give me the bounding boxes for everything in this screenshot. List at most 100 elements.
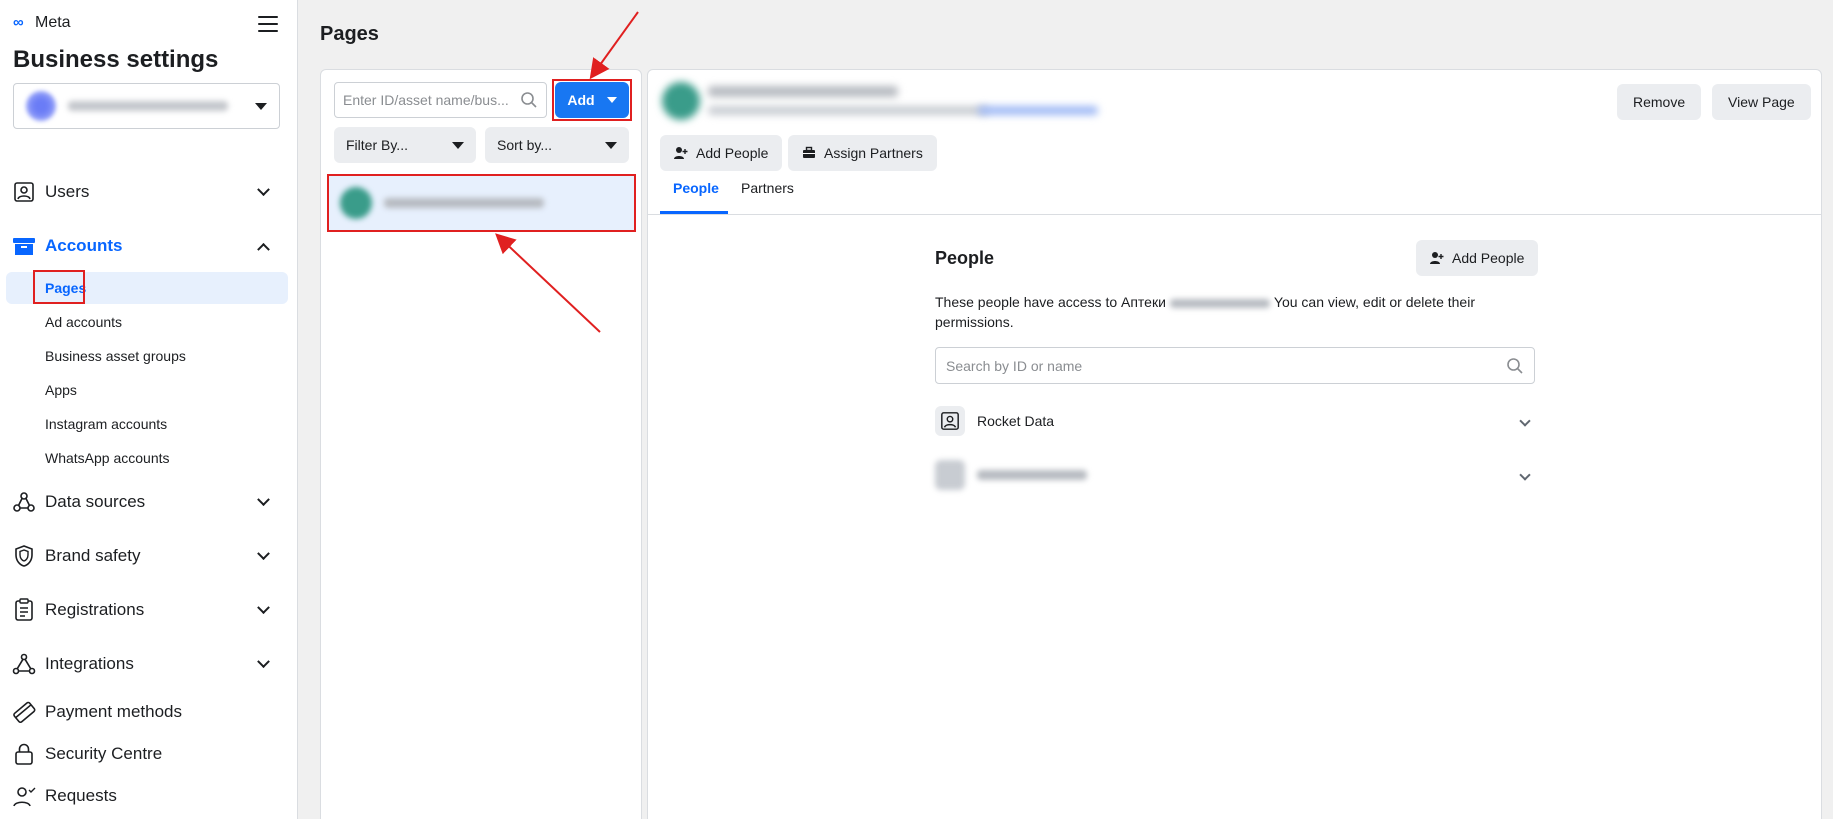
arrow-to-add-button (589, 11, 639, 80)
sidebar-item-label: Registrations (45, 600, 145, 619)
sidebar-subitem-business-asset-groups[interactable]: Business asset groups (45, 348, 186, 364)
detail-header: Remove View Page Add People Assign Partn… (648, 70, 1821, 215)
page-avatar (662, 82, 700, 120)
tab-people[interactable]: People (673, 180, 719, 196)
caret-down-icon (452, 141, 464, 149)
sort-by-label: Sort by... (497, 137, 552, 153)
sidebar-item-label: Payment methods (45, 702, 183, 721)
sidebar-subitem-ad-accounts[interactable]: Ad accounts (45, 314, 122, 330)
blurred-page-meta (708, 106, 988, 115)
page-detail-panel: Remove View Page Add People Assign Partn… (647, 69, 1822, 819)
person-name: Rocket Data (977, 413, 1055, 429)
sort-by-dropdown[interactable]: Sort by... (485, 127, 629, 163)
business-account-selector[interactable] (13, 83, 280, 129)
sidebar-item-label: Security Centre (45, 744, 163, 763)
search-icon (1507, 357, 1523, 374)
blurred-page-title (708, 86, 898, 97)
page-title: Pages (320, 23, 379, 45)
sidebar-subitem-instagram-accounts[interactable]: Instagram accounts (45, 416, 167, 432)
remove-button[interactable]: Remove (1617, 84, 1702, 120)
users-icon (12, 180, 36, 204)
blurred-page-name (1169, 298, 1270, 308)
active-tab-indicator (660, 211, 728, 214)
annotation-box-add (552, 79, 632, 121)
sidebar-item-brand-safety[interactable]: Brand safety (12, 542, 272, 570)
sidebar-item-data-sources[interactable]: Data sources (12, 488, 272, 516)
annotation-box-page-item (327, 174, 636, 232)
filter-by-label: Filter By... (346, 137, 408, 153)
integrations-icon (12, 652, 36, 676)
meta-brand-text: Meta (35, 14, 71, 31)
chevron-down-icon[interactable] (1519, 415, 1531, 427)
filter-by-dropdown[interactable]: Filter By... (334, 127, 476, 163)
sidebar-item-label: Requests (45, 786, 117, 805)
business-settings-title: Business settings (13, 46, 219, 73)
chevron-down-icon (257, 182, 270, 196)
blurred-page-link (978, 106, 1098, 115)
blurred-business-name (68, 101, 228, 111)
tab-partners[interactable]: Partners (741, 180, 794, 196)
sidebar-item-registrations[interactable]: Registrations (12, 596, 272, 624)
add-person-icon (674, 147, 688, 159)
chevron-up-icon (257, 242, 270, 256)
asset-search-input[interactable] (343, 92, 513, 108)
chevron-down-icon (257, 654, 270, 668)
caret-down-icon (605, 141, 617, 149)
chevron-down-icon (257, 600, 270, 614)
blurred-person-icon (935, 460, 965, 490)
people-add-people-label: Add People (1452, 250, 1525, 266)
business-avatar (26, 91, 56, 121)
asset-search-box[interactable] (334, 82, 547, 118)
add-person-icon (1430, 252, 1444, 264)
meta-logo[interactable]: ∞ Meta (13, 14, 71, 32)
assign-partners-label: Assign Partners (824, 145, 923, 161)
sidebar-item-label: Users (45, 182, 90, 201)
sidebar-item-requests[interactable]: Requests (12, 782, 272, 810)
remove-label: Remove (1633, 94, 1686, 110)
add-people-label: Add People (696, 145, 769, 161)
sidebar-item-security-centre[interactable]: Security Centre (12, 740, 272, 768)
lock-icon (12, 742, 36, 766)
chevron-down-icon[interactable] (1519, 469, 1531, 481)
assign-partners-button[interactable]: Assign Partners (788, 135, 937, 171)
annotation-box-pages (33, 270, 85, 304)
search-icon (521, 92, 537, 108)
people-section-title: People (935, 248, 995, 268)
chevron-down-icon (257, 492, 270, 506)
person-row-blurred[interactable] (935, 457, 1535, 493)
person-badge-icon (935, 406, 965, 436)
people-description: These people have access to Аптеки You ca… (935, 292, 1495, 332)
sidebar-subitem-apps[interactable]: Apps (45, 382, 77, 398)
description-prefix: These people have access to Аптеки (935, 294, 1166, 310)
clipboard-icon (12, 598, 36, 622)
credit-card-icon (12, 700, 36, 724)
person-check-icon (12, 784, 36, 808)
caret-down-icon (255, 102, 267, 110)
people-search-input[interactable] (946, 357, 1506, 374)
accounts-box-icon (12, 234, 36, 258)
hamburger-menu-icon[interactable] (258, 16, 278, 32)
sidebar-item-integrations[interactable]: Integrations (12, 650, 272, 678)
sidebar-item-accounts[interactable]: Accounts (12, 232, 272, 260)
sidebar-item-payment-methods[interactable]: Payment methods (12, 698, 272, 726)
sidebar-item-users[interactable]: Users (12, 178, 272, 206)
sidebar-item-label: Integrations (45, 654, 134, 673)
shield-icon (12, 544, 36, 568)
blurred-person-name (977, 470, 1087, 480)
people-search-box[interactable] (935, 347, 1535, 384)
view-page-button[interactable]: View Page (1712, 84, 1811, 120)
sidebar-subitem-whatsapp-accounts[interactable]: WhatsApp accounts (45, 450, 170, 466)
data-sources-icon (12, 490, 36, 514)
view-page-label: View Page (1728, 94, 1795, 110)
add-people-button[interactable]: Add People (660, 135, 783, 171)
sidebar: ∞ Meta Business settings Users Accounts … (0, 0, 298, 819)
pages-list-panel: Add Filter By... Sort by... (320, 69, 642, 819)
sidebar-item-label: Brand safety (45, 546, 141, 565)
meta-infinity-icon: ∞ (13, 14, 24, 31)
briefcase-icon (803, 146, 815, 158)
sidebar-item-label: Data sources (45, 492, 146, 511)
sidebar-item-label: Accounts (45, 236, 123, 255)
people-add-people-button[interactable]: Add People (1416, 240, 1539, 276)
person-row-rocket-data[interactable]: Rocket Data (935, 403, 1535, 439)
chevron-down-icon (257, 546, 270, 560)
